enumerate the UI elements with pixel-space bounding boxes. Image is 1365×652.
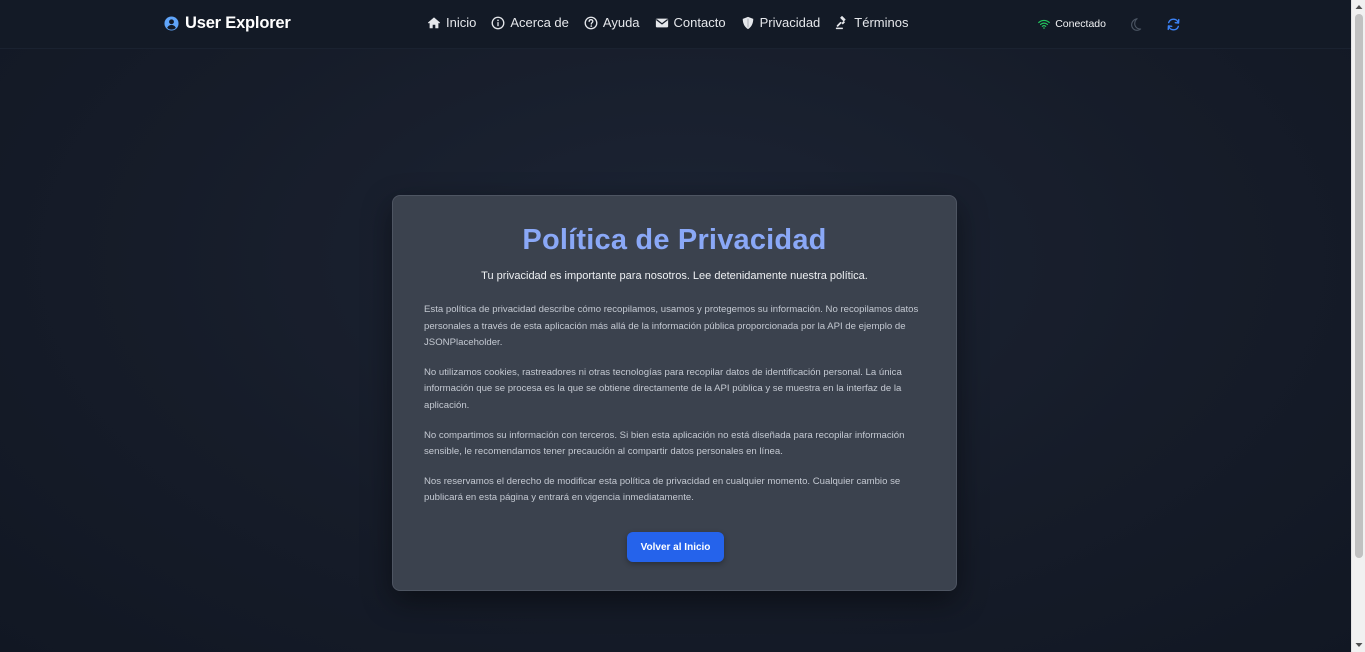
nav-link-ayuda[interactable]: Ayuda [584, 15, 640, 30]
policy-paragraph: Esta política de privacidad describe cóm… [424, 304, 919, 349]
privacy-card: Política de Privacidad Tu privacidad es … [392, 195, 957, 591]
home-icon [427, 16, 441, 28]
navbar-actions: Conectado [1038, 14, 1183, 34]
page-subtitle: Tu privacidad es importante para nosotro… [481, 270, 868, 282]
nav-link-label: Inicio [446, 15, 477, 30]
scroll-down-arrow[interactable] [1352, 638, 1365, 652]
page-title: Política de Privacidad [522, 224, 827, 256]
page: User Explorer Inicio Acerca de Ayuda Con… [0, 0, 1351, 652]
connection-status-label: Conectado [1055, 18, 1106, 30]
vertical-scrollbar[interactable] [1351, 0, 1365, 652]
nav-link-label: Ayuda [602, 15, 640, 30]
nav-link-inicio[interactable]: Inicio [427, 15, 476, 30]
caret-down-icon [1355, 643, 1363, 647]
caret-up-icon [1355, 5, 1363, 9]
scroll-up-arrow[interactable] [1352, 0, 1365, 14]
policy-paragraph: Nos reservamos el derecho de modificar e… [424, 475, 901, 504]
nav-link-label: Términos [854, 15, 909, 30]
nav-link-label: Privacidad [759, 15, 821, 30]
nav-link-privacidad[interactable]: Privacidad [741, 15, 821, 30]
brand-name: User Explorer [185, 14, 291, 32]
policy-paragraph: No utilizamos cookies, rastreadores ni o… [424, 366, 902, 411]
scroll-thumb[interactable] [1355, 14, 1363, 558]
nav-link-terminos[interactable]: Términos [835, 15, 908, 30]
gavel-icon [836, 15, 846, 29]
nav-link-label: Acerca de [510, 15, 569, 30]
connection-status: Conectado [1038, 18, 1106, 30]
policy-paragraph: No compartimos su información con tercer… [424, 429, 905, 458]
help-icon [584, 16, 598, 29]
navbar: User Explorer Inicio Acerca de Ayuda Con… [0, 0, 1351, 49]
info-icon [491, 16, 505, 29]
policy-text: Esta política de privacidad describe cóm… [424, 302, 934, 520]
refresh-button[interactable] [1163, 14, 1183, 34]
wifi-icon [1038, 19, 1051, 29]
theme-toggle-button[interactable] [1126, 14, 1146, 34]
moon-icon [1130, 17, 1141, 31]
refresh-icon [1167, 17, 1179, 31]
nav-link-contacto[interactable]: Contacto [655, 15, 726, 30]
back-home-button[interactable]: Volver al Inicio [627, 532, 724, 562]
main-nav: Inicio Acerca de Ayuda Contacto Privacid… [427, 15, 908, 30]
nav-link-label: Contacto [673, 15, 726, 30]
mail-icon [655, 18, 668, 27]
shield-icon [742, 16, 753, 29]
user-circle-icon [164, 16, 179, 31]
nav-link-acerca-de[interactable]: Acerca de [491, 15, 569, 30]
brand-link[interactable]: User Explorer [164, 14, 291, 33]
